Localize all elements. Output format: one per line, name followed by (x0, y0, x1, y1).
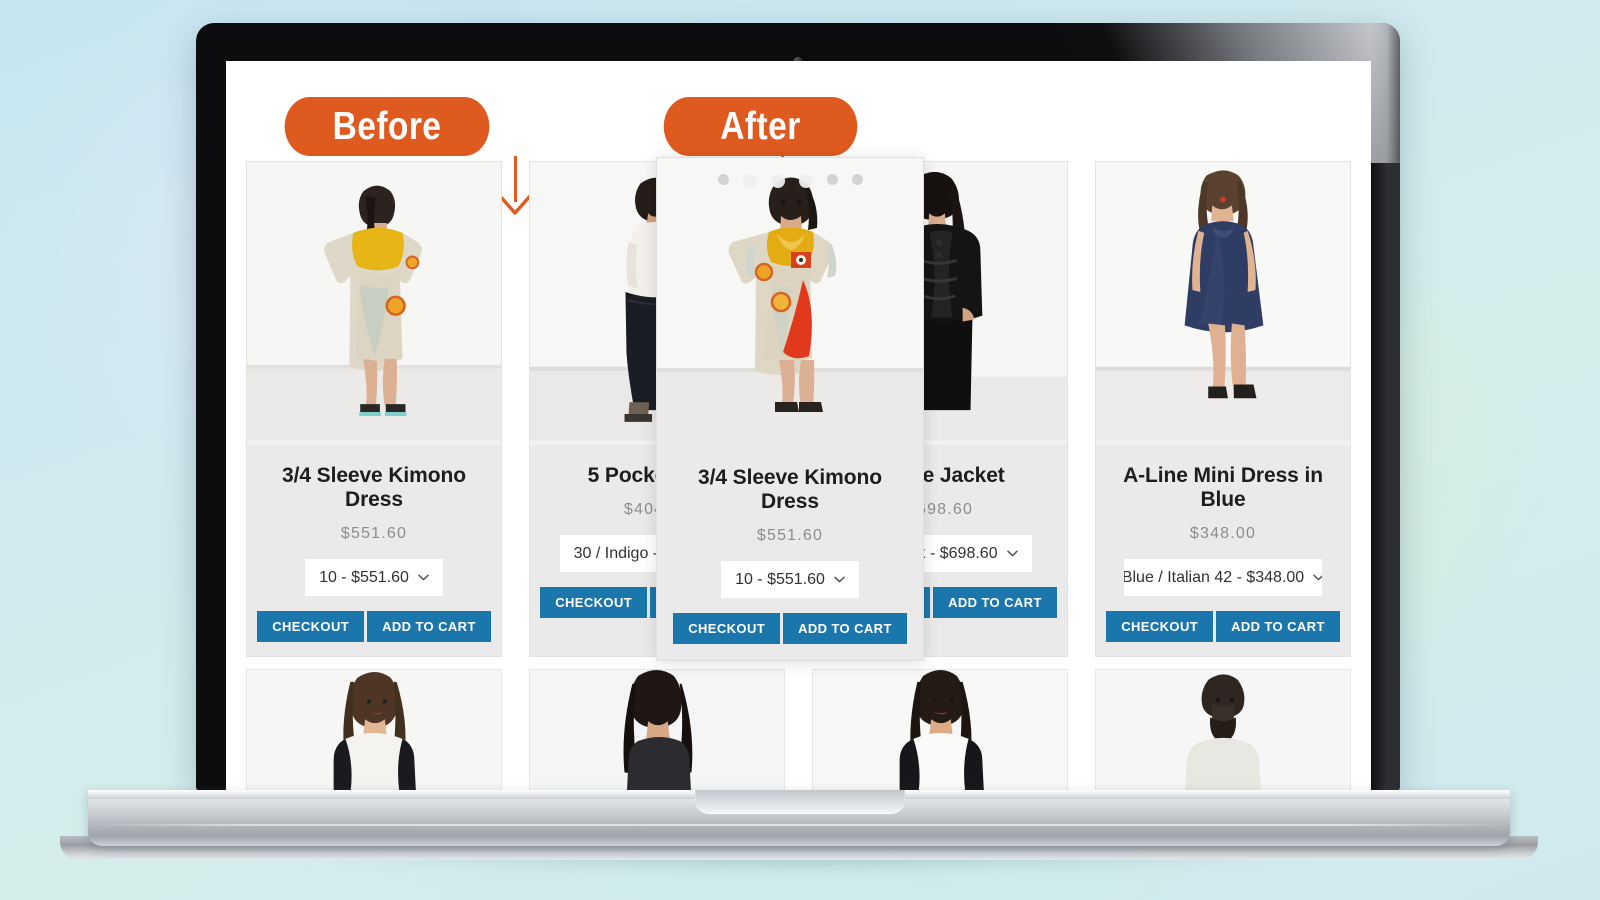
variant-select[interactable]: 10 - $551.60 (305, 559, 443, 597)
product-photo-long-dark-hair (530, 670, 784, 791)
variant-select-value: 10 - $551.60 (735, 570, 825, 588)
add-to-cart-button[interactable]: ADD TO CART (933, 587, 1057, 619)
chevron-down-icon (834, 576, 845, 583)
product-price: $551.60 (756, 527, 824, 545)
add-to-cart-button[interactable]: ADD TO CART (367, 611, 491, 643)
chevron-down-icon (1006, 550, 1018, 557)
product-photo-blazer-red-lips (247, 670, 501, 791)
checkout-button[interactable]: CHECKOUT (673, 613, 781, 645)
product-photo-white-shirt-blazer (813, 670, 1067, 791)
carousel-dot[interactable] (826, 174, 838, 185)
carousel-dot[interactable] (851, 174, 863, 185)
carousel-dot[interactable] (770, 174, 785, 188)
product-image[interactable] (657, 158, 923, 447)
add-to-cart-button[interactable]: ADD TO CART (1216, 611, 1340, 643)
product-price: $348.00 (1189, 525, 1257, 543)
product-photo-a-line-mini-dress (1096, 162, 1350, 441)
product-image[interactable] (247, 162, 501, 445)
product-card[interactable] (812, 669, 1068, 791)
variant-select-value: 10 - $551.60 (319, 568, 409, 586)
product-title: 3/4 Sleeve Kimono Dress (282, 464, 466, 512)
checkout-button[interactable]: CHECKOUT (257, 611, 365, 643)
checkout-button[interactable]: CHECKOUT (1106, 611, 1214, 643)
product-card[interactable]: 3/4 Sleeve Kimono Dress $551.60 10 - $55… (246, 161, 502, 658)
variant-select[interactable]: Blue / Italian 42 - $348.00 (1124, 559, 1322, 597)
lid-right-edge (1370, 23, 1400, 791)
product-card[interactable]: A-Line Mini Dress in Blue $348.00 Blue /… (1095, 161, 1351, 658)
checkout-button[interactable]: CHECKOUT (540, 587, 648, 619)
product-photo-bearded-man (1096, 670, 1350, 791)
carousel-dot[interactable] (717, 174, 729, 185)
carousel-dot-active[interactable] (742, 174, 757, 188)
store-page: Before After 3/4 Sleeve Kimono Dress $55… (226, 61, 1371, 791)
product-image[interactable] (1096, 162, 1350, 445)
product-actions: CHECKOUT ADD TO CART (1106, 611, 1340, 643)
laptop-base-seam (88, 824, 1510, 826)
product-photo-kimono-front (657, 158, 923, 447)
before-label-badge: Before (284, 97, 490, 156)
carousel-dot[interactable] (798, 174, 813, 188)
product-card[interactable] (1095, 669, 1351, 791)
product-card[interactable] (246, 669, 502, 791)
chevron-down-icon (1313, 574, 1322, 581)
product-price: $551.60 (340, 525, 408, 543)
variant-select-value: Blue / Italian 42 - $348.00 (1124, 568, 1305, 586)
before-label-text: Before (332, 104, 442, 148)
after-label-text: After (720, 104, 801, 148)
after-label-badge: After (663, 97, 858, 156)
product-title: 3/4 Sleeve Kimono Dress (698, 466, 882, 514)
image-carousel-dots[interactable] (657, 174, 923, 188)
add-to-cart-button[interactable]: ADD TO CART (783, 613, 907, 645)
product-card[interactable] (529, 669, 785, 791)
laptop-lid: Before After 3/4 Sleeve Kimono Dress $55… (196, 23, 1400, 791)
laptop-mockup: Before After 3/4 Sleeve Kimono Dress $55… (0, 0, 1600, 900)
product-title: A-Line Mini Dress in Blue (1123, 464, 1323, 512)
variant-select[interactable]: 10 - $551.60 (721, 561, 859, 599)
product-actions: CHECKOUT ADD TO CART (673, 613, 907, 645)
chevron-down-icon (418, 574, 429, 581)
product-actions: CHECKOUT ADD TO CART (257, 611, 491, 643)
quick-view-overlay-card[interactable]: 3/4 Sleeve Kimono Dress $551.60 10 - $55… (656, 157, 924, 662)
product-photo-kimono-back (247, 162, 501, 441)
product-grid-row-2 (246, 669, 1351, 791)
laptop-screen: Before After 3/4 Sleeve Kimono Dress $55… (226, 61, 1371, 791)
laptop-base-notch (695, 790, 905, 814)
